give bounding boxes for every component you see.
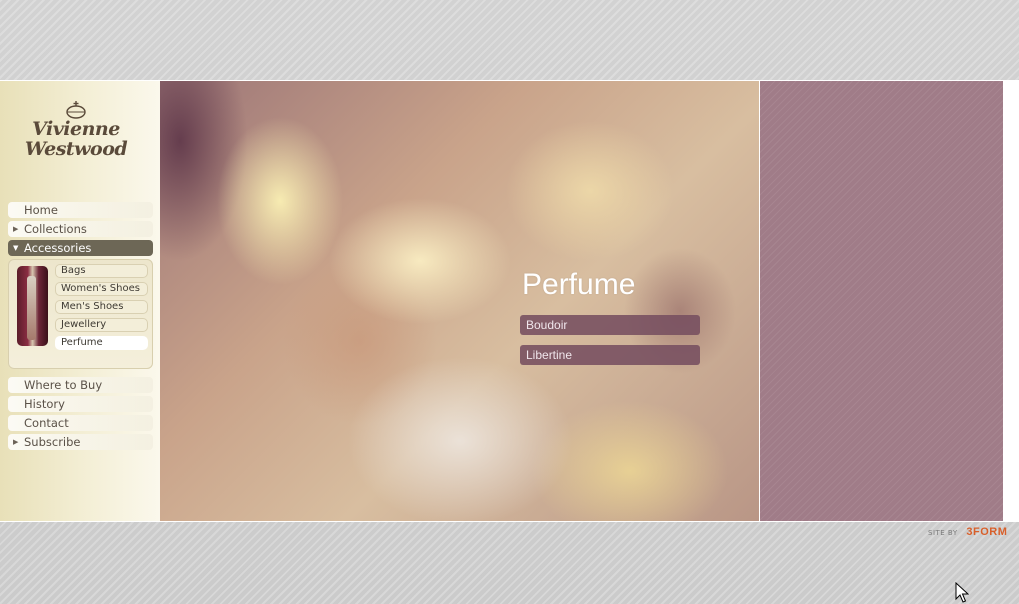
- accessories-thumbnail: [17, 266, 48, 346]
- nav-item-accessories[interactable]: ▼ Accessories: [8, 240, 153, 256]
- orb-logo-icon: [66, 101, 86, 119]
- nav-item-label: Collections: [24, 222, 87, 236]
- nav-item-label: Subscribe: [24, 435, 81, 449]
- credit-brand: 3FORM: [966, 526, 1008, 538]
- nav-item-where-to-buy[interactable]: Where to Buy: [8, 377, 153, 393]
- accessories-list: Bags Women's Shoes Men's Shoes Jewellery…: [55, 264, 148, 354]
- nav-item-subscribe[interactable]: ▶ Subscribe: [8, 434, 153, 450]
- libertine-button[interactable]: Libertine: [520, 345, 700, 365]
- boudoir-button[interactable]: Boudoir: [520, 315, 700, 335]
- chevron-down-icon: ▼: [13, 244, 19, 252]
- site-credit[interactable]: SITE BY 3FORM: [928, 526, 1007, 538]
- subnav-item-perfume[interactable]: Perfume: [55, 336, 148, 350]
- nav-item-home[interactable]: Home: [8, 202, 153, 218]
- nav-item-label: Home: [24, 203, 58, 217]
- chevron-right-icon: ▶: [13, 225, 19, 233]
- nav-item-contact[interactable]: Contact: [8, 415, 153, 431]
- nav-item-collections[interactable]: ▶ Collections: [8, 221, 153, 237]
- nav-item-label: Contact: [24, 416, 69, 430]
- subnav-item-womens-shoes[interactable]: Women's Shoes: [55, 282, 148, 296]
- hero-image: Perfume Boudoir Libertine: [160, 81, 759, 521]
- mouse-cursor-icon: [955, 582, 969, 603]
- chevron-right-icon: ▶: [13, 438, 19, 446]
- nav-item-label: History: [24, 397, 65, 411]
- brand-name-line2: Westwood: [24, 138, 128, 160]
- nav-item-history[interactable]: History: [8, 396, 153, 412]
- side-panel: [760, 81, 1003, 521]
- subnav-item-bags[interactable]: Bags: [55, 264, 148, 278]
- nav-item-label: Where to Buy: [24, 378, 103, 392]
- brand-name-line1: Vivienne: [32, 118, 120, 140]
- secondary-nav: Where to Buy History Contact ▶ Subscribe: [8, 377, 153, 453]
- credit-prefix: SITE BY: [928, 529, 958, 537]
- primary-nav: Home ▶ Collections ▼ Accessories: [8, 202, 153, 259]
- subnav-item-mens-shoes[interactable]: Men's Shoes: [55, 300, 148, 314]
- subnav-item-jewellery[interactable]: Jewellery: [55, 318, 148, 332]
- nav-item-label: Accessories: [24, 241, 92, 255]
- page-title: Perfume: [522, 268, 636, 301]
- accessories-submenu: Bags Women's Shoes Men's Shoes Jewellery…: [8, 259, 153, 369]
- brand-logo[interactable]: Vivienne Westwood: [20, 99, 132, 169]
